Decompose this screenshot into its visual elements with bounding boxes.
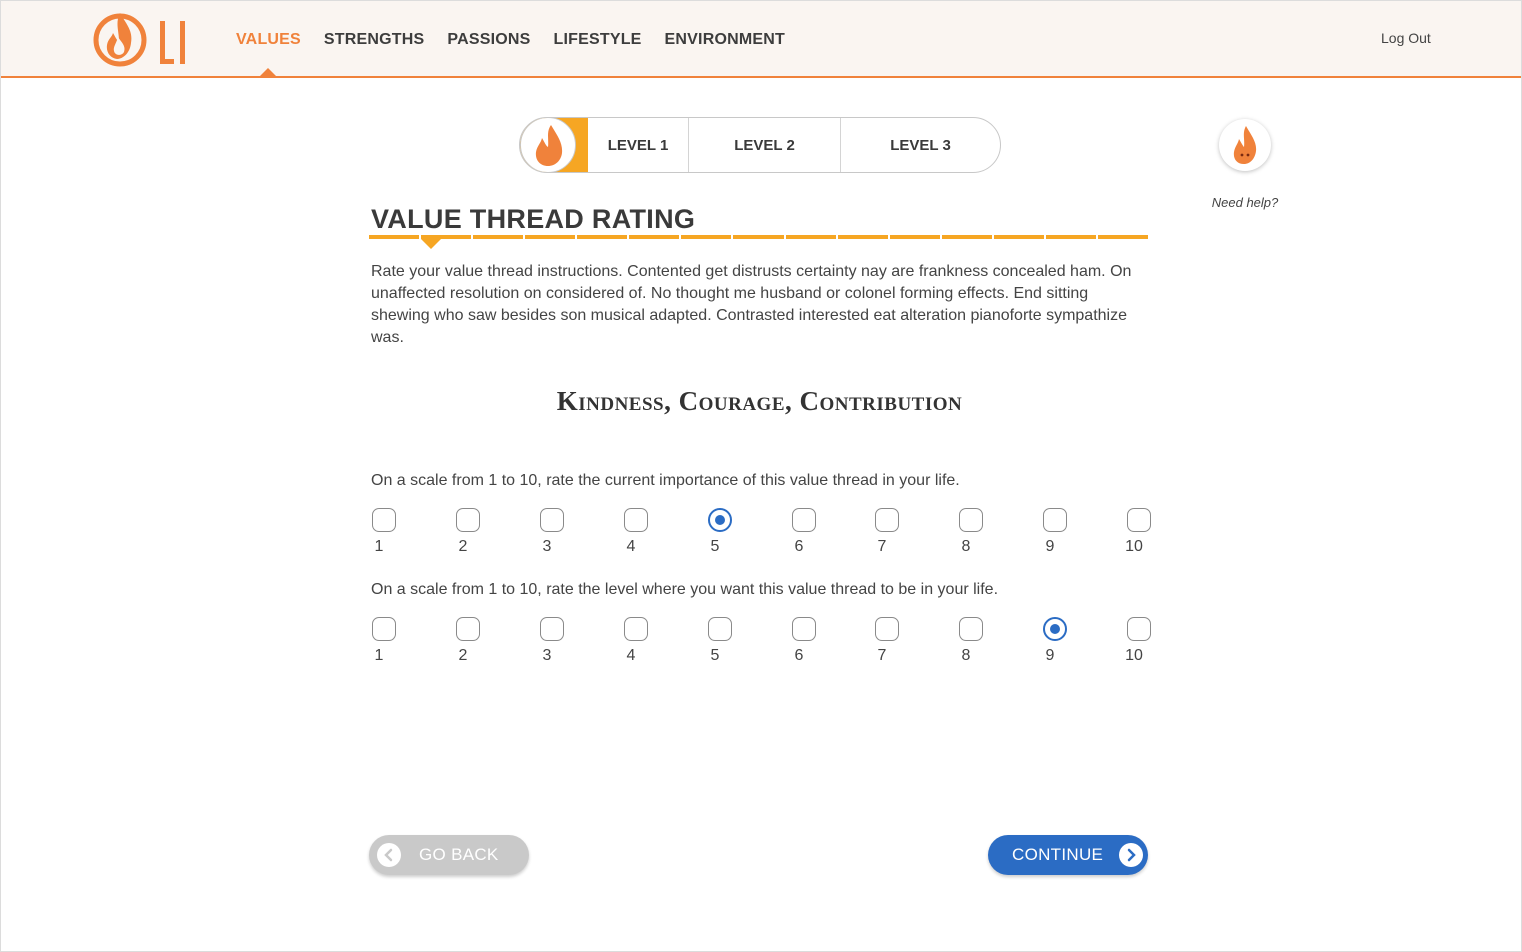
rating-option-10[interactable]: 10	[1125, 617, 1152, 665]
top-navigation-bar: Values Strengths Passions Lifestyle Envi…	[1, 1, 1521, 78]
radio-button[interactable]	[708, 508, 732, 532]
radio-button[interactable]	[1127, 508, 1151, 532]
radio-button[interactable]	[456, 508, 480, 532]
radio-button[interactable]	[540, 617, 564, 641]
chevron-left-icon	[377, 843, 401, 867]
rating-option-7[interactable]: 7	[874, 617, 900, 665]
rating-option-label: 1	[374, 538, 384, 555]
rating-option-label: 9	[1045, 538, 1055, 555]
rating-option-8[interactable]: 8	[958, 508, 984, 556]
radio-button[interactable]	[792, 617, 816, 641]
continue-button[interactable]: Continue	[988, 835, 1148, 875]
level-2-tab[interactable]: Level 2	[688, 118, 840, 172]
logout-link[interactable]: Log Out	[1381, 30, 1431, 46]
rating-option-label: 8	[961, 538, 971, 555]
main-nav: Values Strengths Passions Lifestyle Envi…	[236, 31, 808, 49]
rating-option-label: 2	[458, 538, 468, 555]
rating-option-6[interactable]: 6	[791, 508, 817, 556]
level-3-tab[interactable]: Level 3	[840, 118, 1000, 172]
radio-button[interactable]	[1043, 508, 1067, 532]
radio-button[interactable]	[959, 617, 983, 641]
rating-option-3[interactable]: 3	[539, 508, 565, 556]
help-label[interactable]: Need help?	[1209, 195, 1281, 210]
instructions-text: Rate your value thread instructions. Con…	[371, 263, 1132, 346]
radio-button[interactable]	[372, 508, 396, 532]
nav-item-lifestyle[interactable]: Lifestyle	[554, 31, 642, 49]
rating-option-10[interactable]: 10	[1125, 508, 1152, 556]
title-pointer	[421, 239, 441, 249]
nav-item-values[interactable]: Values	[236, 31, 301, 49]
rating-option-label: 5	[710, 538, 720, 555]
radio-button[interactable]	[875, 617, 899, 641]
radio-button[interactable]	[624, 508, 648, 532]
rating-option-4[interactable]: 4	[623, 617, 649, 665]
level-stepper: Level 1 Level 2 Level 3	[519, 117, 1001, 173]
rating-option-label: 8	[961, 647, 971, 664]
rating-scale-current: 1 2 3 4 5 6 7 8 9 10	[371, 508, 1161, 564]
rating-option-label: 6	[794, 538, 804, 555]
radio-button[interactable]	[540, 508, 564, 532]
title-underline	[369, 235, 1148, 239]
rating-option-label: 7	[877, 538, 887, 555]
rating-option-9[interactable]: 9	[1042, 508, 1068, 556]
rating-option-label: 10	[1125, 538, 1143, 555]
radio-button[interactable]	[372, 617, 396, 641]
radio-button[interactable]	[792, 508, 816, 532]
rating-scale-desired: 1 2 3 4 5 6 7 8 9 10	[371, 617, 1161, 673]
radio-button[interactable]	[624, 617, 648, 641]
value-thread-heading: Kindness, Courage, Contribution	[556, 386, 963, 416]
rating-option-label: 6	[794, 647, 804, 664]
rating-option-9[interactable]: 9	[1042, 617, 1068, 665]
rating-option-label: 3	[542, 647, 552, 664]
level-progress-fill	[520, 118, 588, 172]
rating-option-8[interactable]: 8	[958, 617, 984, 665]
flame-mascot-icon	[1233, 126, 1257, 164]
go-back-label: Go Back	[419, 845, 499, 864]
question-desired-level: On a scale from 1 to 10, rate the level …	[371, 581, 999, 598]
rating-option-label: 4	[626, 538, 636, 555]
rating-option-label: 10	[1125, 647, 1143, 664]
nav-item-strengths[interactable]: Strengths	[324, 31, 424, 49]
chevron-right-icon	[1119, 843, 1144, 867]
rating-option-label: 5	[710, 647, 720, 664]
question-current-importance: On a scale from 1 to 10, rate the curren…	[371, 472, 960, 489]
oli-logo[interactable]	[93, 7, 193, 69]
rating-option-2[interactable]: 2	[455, 617, 481, 665]
radio-button[interactable]	[1127, 617, 1151, 641]
rating-option-label: 7	[877, 647, 887, 664]
go-back-button[interactable]: Go Back	[369, 835, 529, 875]
radio-button[interactable]	[456, 617, 480, 641]
rating-option-7[interactable]: 7	[874, 508, 900, 556]
radio-button[interactable]	[708, 617, 732, 641]
radio-button[interactable]	[1043, 617, 1067, 641]
rating-option-label: 3	[542, 538, 552, 555]
rating-option-label: 2	[458, 647, 468, 664]
rating-option-5[interactable]: 5	[707, 508, 733, 556]
nav-item-environment[interactable]: Environment	[665, 31, 785, 49]
rating-option-1[interactable]: 1	[371, 617, 397, 665]
rating-option-1[interactable]: 1	[371, 508, 397, 556]
rating-option-2[interactable]: 2	[455, 508, 481, 556]
flame-badge	[520, 118, 576, 172]
rating-option-label: 9	[1045, 647, 1055, 664]
rating-option-5[interactable]: 5	[707, 617, 733, 665]
flame-icon	[535, 125, 563, 166]
rating-option-label: 1	[374, 647, 384, 664]
continue-label: Continue	[1012, 845, 1104, 864]
help-button[interactable]	[1219, 119, 1271, 171]
help-widget: Need help?	[1209, 119, 1281, 210]
radio-button[interactable]	[959, 508, 983, 532]
rating-option-3[interactable]: 3	[539, 617, 565, 665]
page-title: Value Thread Rating	[371, 204, 696, 234]
radio-button[interactable]	[875, 508, 899, 532]
rating-option-4[interactable]: 4	[623, 508, 649, 556]
level-1-tab[interactable]: Level 1	[588, 118, 688, 172]
rating-option-label: 4	[626, 647, 636, 664]
nav-item-passions[interactable]: Passions	[447, 31, 530, 49]
rating-option-6[interactable]: 6	[791, 617, 817, 665]
